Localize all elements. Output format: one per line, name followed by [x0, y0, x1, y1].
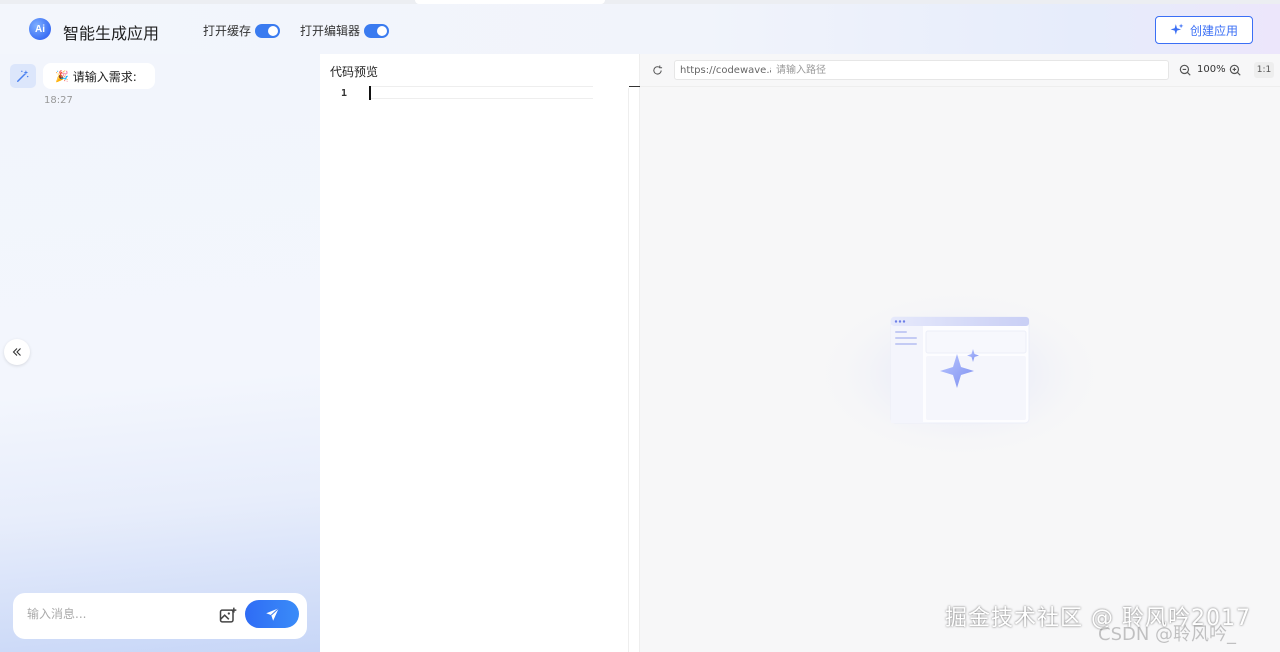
app-title: 智能生成应用 [63, 24, 160, 43]
send-button[interactable] [245, 600, 299, 628]
path-input[interactable] [771, 60, 1169, 80]
ai-avatar [10, 64, 36, 88]
code-panel: 代码预览 1 [320, 54, 640, 652]
preview-panel: https://codewave.ai 100% 1:1 [640, 54, 1280, 652]
party-emoji: 🎉 [55, 69, 69, 83]
zoom-out-icon[interactable] [1178, 63, 1192, 77]
create-app-label: 创建应用 [1189, 23, 1238, 38]
editor-toggle-label: 打开编辑器 [300, 24, 361, 38]
double-chevron-left-icon [12, 348, 21, 356]
refresh-icon [652, 64, 662, 75]
app-logo: Ai [29, 18, 51, 40]
sparkle-icon [1170, 23, 1184, 35]
zoom-in-icon[interactable] [1228, 63, 1242, 77]
editor-toggle-group[interactable]: 打开编辑器 [300, 22, 390, 39]
chat-panel: 🎉 请输入需求: 18:27 [0, 54, 320, 652]
editor-scrollbar[interactable] [629, 86, 640, 87]
editor-switch[interactable] [364, 23, 390, 38]
refresh-button[interactable] [649, 62, 665, 78]
code-panel-title: 代码预览 [330, 65, 379, 79]
message-composer [13, 593, 307, 639]
paper-plane-icon [265, 607, 279, 621]
csdn-watermark: CSDN @聆风吟_ [1098, 624, 1237, 645]
cache-switch[interactable] [255, 23, 281, 38]
line-number: 1 [341, 88, 348, 99]
zoom-level: 100% [1197, 64, 1226, 75]
app-header: Ai 智能生成应用 打开缓存 打开编辑器 创建应用 [0, 4, 1280, 54]
create-app-button[interactable]: 创建应用 [1155, 16, 1253, 44]
collapse-panel-button[interactable] [4, 339, 30, 365]
code-editor-line[interactable] [369, 86, 593, 99]
ratio-reset-button[interactable]: 1:1 [1254, 62, 1274, 78]
image-upload-icon[interactable] [218, 606, 238, 626]
message-timestamp: 18:27 [44, 95, 73, 106]
message-input[interactable] [27, 607, 207, 621]
editor-divider [628, 88, 629, 652]
empty-preview-illustration [810, 286, 1110, 462]
preview-toolbar: https://codewave.ai 100% 1:1 [640, 54, 1280, 87]
magic-wand-icon [17, 70, 29, 82]
url-base: https://codewave.ai [674, 60, 785, 80]
cache-toggle-group[interactable]: 打开缓存 [203, 22, 281, 39]
text-cursor [369, 86, 371, 100]
cache-toggle-label: 打开缓存 [203, 24, 252, 38]
ai-message-text: 请输入需求: [72, 69, 137, 84]
ai-message-bubble: 🎉 请输入需求: [43, 63, 155, 89]
